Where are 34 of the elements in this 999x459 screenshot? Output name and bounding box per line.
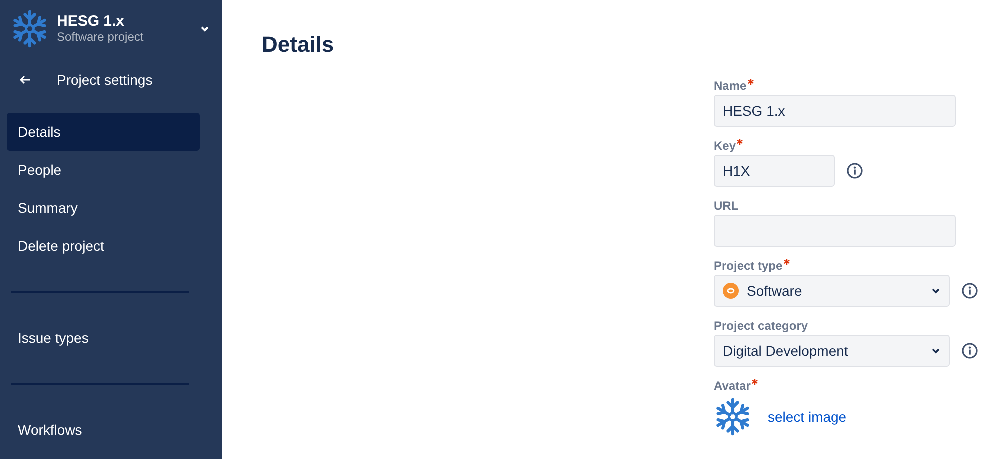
text-field[interactable]	[714, 215, 956, 248]
field-label: Name	[714, 79, 747, 96]
sidebar-item[interactable]: Workflows	[7, 411, 200, 449]
chevron-down-icon	[931, 286, 941, 296]
field-label: Key	[714, 139, 736, 156]
text-field[interactable]: HESG 1.x	[714, 95, 956, 128]
sidebar-item[interactable]: Issue types	[7, 319, 200, 357]
chevron-down-icon	[931, 346, 941, 356]
back-link[interactable]: Project settings	[19, 68, 222, 92]
field-label: Project type	[714, 259, 783, 276]
sidebar-item[interactable]: People	[7, 151, 200, 189]
info-icon[interactable]	[962, 283, 978, 300]
field-label: Avatar	[714, 379, 751, 396]
required-icon	[784, 259, 790, 266]
back-arrow-icon	[19, 75, 31, 85]
select-image-link[interactable]: select image	[768, 406, 847, 428]
avatar-icon	[714, 398, 752, 436]
select-field[interactable]: Digital Development	[714, 335, 950, 368]
required-icon	[737, 139, 744, 146]
sidebar-item[interactable]: Delete project	[7, 227, 200, 265]
required-icon	[748, 79, 754, 86]
sidebar-item[interactable]: Summary	[7, 189, 200, 227]
project-avatar-icon	[11, 10, 49, 48]
field-label: URL	[714, 199, 739, 216]
field-label: Project category	[714, 319, 808, 336]
project-type: Software project	[57, 30, 144, 44]
required-icon	[752, 379, 758, 386]
project-name: HESG 1.x	[57, 14, 126, 30]
text-field[interactable]: H1X	[714, 155, 835, 188]
info-icon[interactable]	[962, 343, 978, 360]
select-field[interactable]: Software	[714, 275, 950, 308]
sidebar-item[interactable]: Details	[7, 113, 200, 151]
info-icon[interactable]	[847, 163, 863, 180]
page-title: Details	[262, 32, 336, 58]
